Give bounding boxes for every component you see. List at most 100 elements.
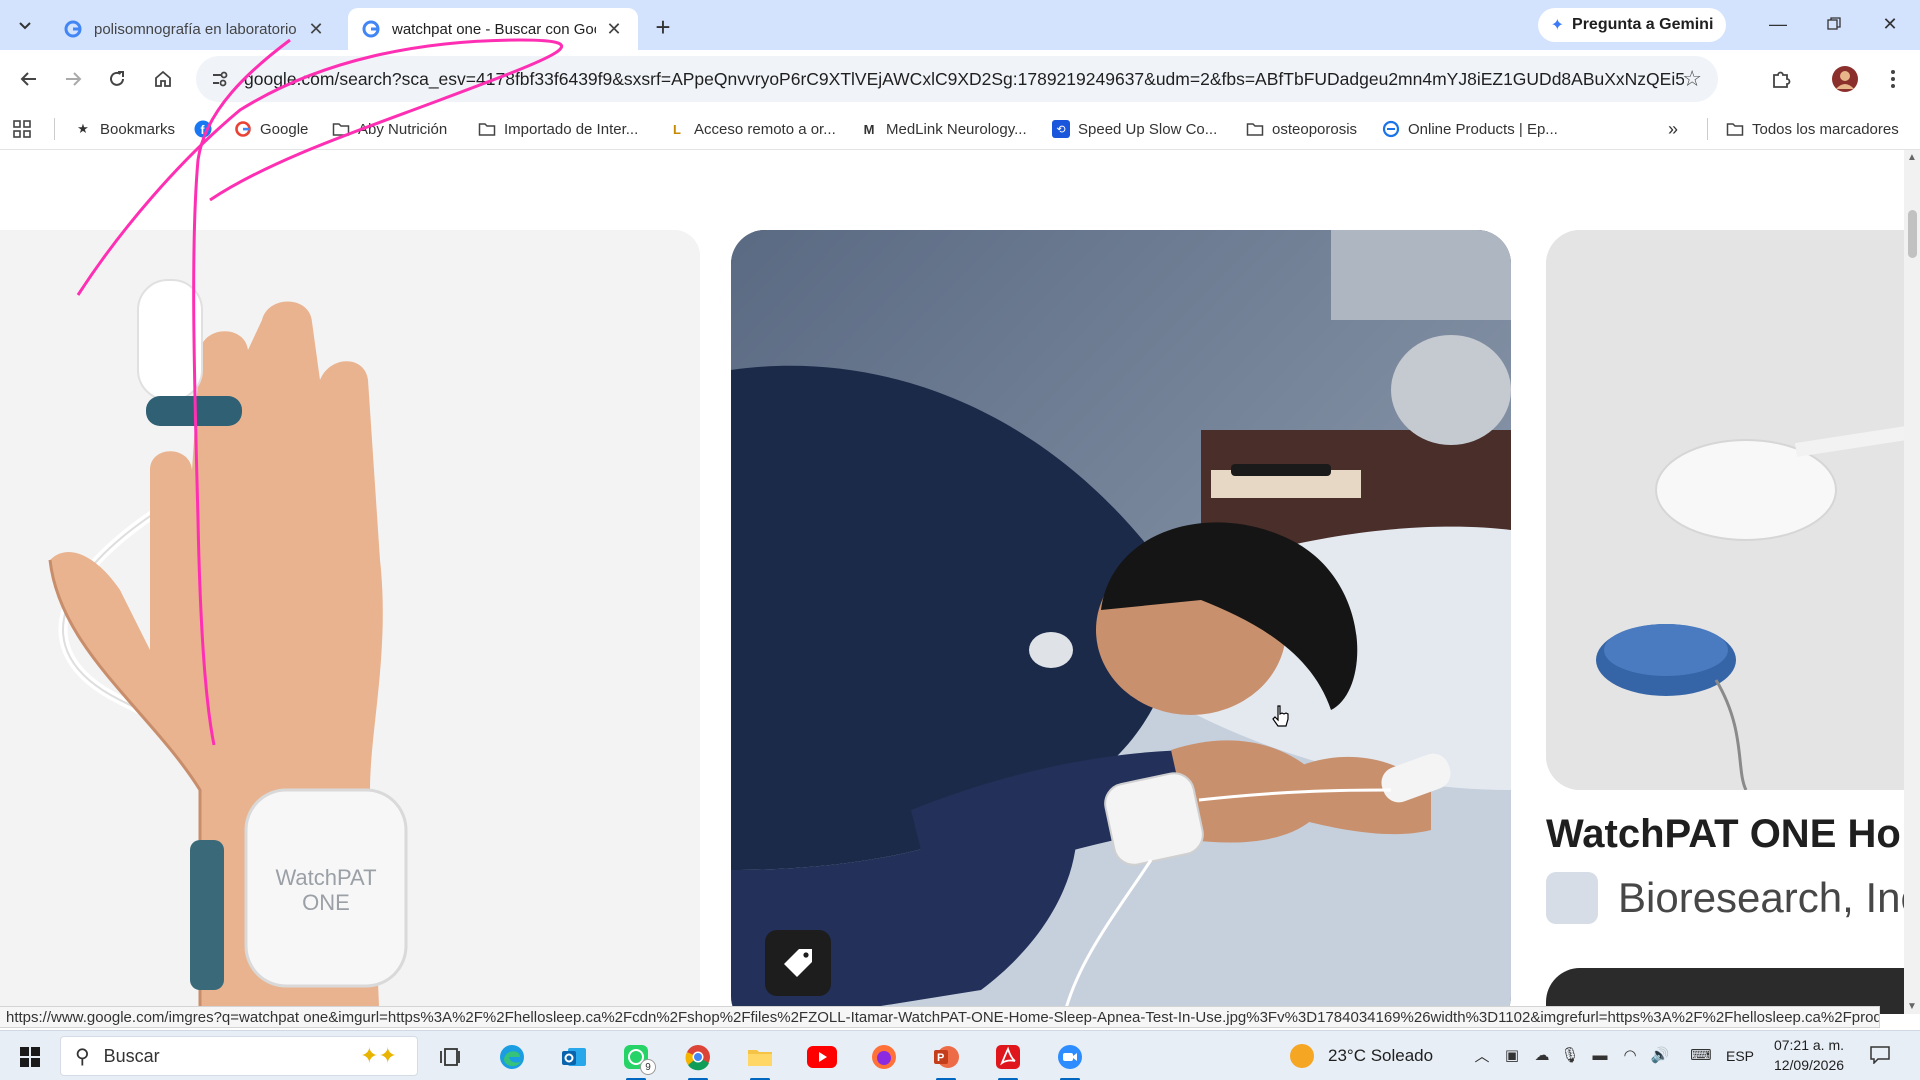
forward-button[interactable] [56,62,90,96]
ask-gemini-button[interactable]: ✦ Pregunta a Gemini [1538,8,1726,42]
browser-toolbar: google.com/search?sca_esv=4178fbf33f6439… [0,50,1920,108]
close-icon[interactable]: ✕ [306,19,326,39]
acrobat-icon [996,1045,1020,1069]
price-tag-button[interactable] [765,930,831,996]
notification-badge: 9 [640,1059,656,1075]
cloud-icon[interactable]: ☁ [1532,1045,1552,1065]
chrome-icon [685,1045,710,1071]
reload-icon [110,71,124,86]
file-explorer-app[interactable] [738,1037,782,1080]
page-scrollbar[interactable]: ▲ ▼ [1904,150,1920,1014]
address-bar[interactable]: google.com/search?sca_esv=4178fbf33f6439… [196,56,1718,102]
reload-button[interactable] [100,62,134,96]
task-view-button[interactable] [428,1037,472,1077]
whatsapp-app[interactable]: 9 [614,1037,658,1080]
all-bookmarks[interactable]: Todos los marcadores [1726,108,1899,150]
youtube-icon [807,1046,837,1068]
url-text: google.com/search?sca_esv=4178fbf33f6439… [244,68,1684,89]
bookmark-bookmarks[interactable]: ★ Bookmarks [74,108,175,150]
powerpoint-icon: P [934,1046,959,1068]
close-icon[interactable]: ✕ [604,19,624,39]
powerpoint-app[interactable]: P [924,1037,968,1080]
new-tab-button[interactable]: + [648,12,678,42]
image-result-sleeping-woman[interactable] [731,230,1511,1014]
firefox-app[interactable] [862,1037,906,1077]
result-source[interactable]: Bioresearch, Inc [1546,870,1920,926]
bookmark-online-products[interactable]: Online Products | Ep... [1382,108,1558,150]
zoom-app[interactable] [1048,1037,1092,1080]
home-button[interactable] [146,62,180,96]
sleeping-woman-image [731,230,1511,1014]
keyboard-icon[interactable]: ⌨ [1686,1045,1716,1065]
scroll-down-icon[interactable]: ▼ [1907,1001,1917,1012]
volume-icon[interactable]: 🔊 [1650,1045,1670,1065]
notifications-icon[interactable] [1868,1045,1892,1065]
scrollbar-thumb[interactable] [1908,210,1917,258]
tab-title: polisomnografía en laboratorio [94,20,297,38]
bookmark-google[interactable]: Google [234,108,308,150]
outlook-app[interactable] [552,1037,596,1077]
taskbar-search[interactable]: ⚲ Buscar ✦✦ [60,1036,418,1076]
tab-watchpat-search[interactable]: watchpat one - Buscar con Google ✕ [348,8,638,50]
bookmark-star-icon[interactable]: ☆ [1682,66,1702,92]
wifi-icon[interactable]: ◠ [1620,1045,1640,1065]
extensions-button[interactable] [1764,62,1798,96]
folder-icon [332,123,350,136]
minimize-button[interactable]: — [1758,6,1798,42]
tab-polisomnografia[interactable]: polisomnografía en laboratorio ✕ [50,8,340,50]
bookmark-medlink[interactable]: M MedLink Neurology... [860,108,1027,150]
back-button[interactable] [12,62,46,96]
bookmark-label: MedLink Neurology... [886,120,1027,138]
restore-button[interactable] [1814,6,1854,42]
chevron-up-icon[interactable]: ︿ [1472,1045,1492,1065]
acrobat-app[interactable] [986,1037,1030,1080]
folder-icon [1246,123,1264,136]
bookmark-label: Aby Nutrición [358,120,448,138]
bookmark-acceso-remoto[interactable]: L Acceso remoto a or... [668,108,836,150]
bookmark-aby-nutricion[interactable]: Aby Nutrición [332,108,447,150]
microphone-icon[interactable]: 🎙 [1560,1045,1580,1065]
edge-app[interactable] [490,1037,534,1077]
tab-search-button[interactable] [8,9,42,41]
device-label-line2: ONE [302,890,350,915]
taskbar-clock[interactable]: 07:21 a. m. 12/09/2026 [1764,1035,1854,1075]
bookmark-divider [54,118,55,140]
apps-button[interactable] [12,108,32,150]
gemini-label: Pregunta a Gemini [1572,16,1714,33]
image-result-hand-device[interactable]: WatchPAT ONE [0,230,700,1014]
weather-widget[interactable]: 23°C Soleado [1290,1031,1433,1080]
bookmark-facebook[interactable]: f [194,108,220,150]
windows-taskbar: ⚲ Buscar ✦✦ 9 P 23°C Soleado ︿ ▣ ☁ 🎙 ▬ ◠… [0,1030,1920,1080]
start-button[interactable] [8,1039,52,1075]
clock-time: 07:21 a. m. [1773,1037,1845,1053]
bookmark-importado[interactable]: Importado de Inter... [478,108,638,150]
profile-avatar[interactable] [1828,62,1862,96]
bookmarks-bar: ★ Bookmarks f Google Aby Nutrición Impor… [0,108,1920,150]
bookmark-label: Importado de Inter... [504,120,639,138]
google-favicon-icon [362,20,380,38]
hand-with-device-image: WatchPAT ONE [0,230,700,1014]
chevron-down-icon [19,22,31,30]
close-window-button[interactable]: ✕ [1870,6,1910,42]
battery-icon[interactable]: ▬ [1590,1045,1610,1065]
svg-text:P: P [937,1052,944,1064]
chat-bubble-icon [1870,1046,1890,1064]
google-icon [235,121,251,137]
bookmark-osteoporosis[interactable]: osteoporosis [1246,108,1357,150]
task-view-icon [440,1048,460,1066]
site-settings-icon[interactable] [210,69,230,89]
input-language[interactable]: ESP [1726,1031,1754,1080]
more-bookmarks-chevron-icon[interactable]: » [1668,108,1678,150]
youtube-app[interactable] [800,1037,844,1077]
result-title[interactable]: WatchPAT ONE Ho [1546,812,1920,857]
menu-button[interactable] [1876,62,1910,96]
chrome-app[interactable] [676,1037,720,1080]
bookmark-label: Speed Up Slow Co... [1078,120,1218,138]
star-icon: ★ [77,121,89,136]
bookmark-label: osteoporosis [1272,120,1358,138]
image-result-watchpat-kit[interactable] [1546,230,1920,790]
bookmark-speed-up[interactable]: ⟲ Speed Up Slow Co... [1052,108,1217,150]
meet-now-icon[interactable]: ▣ [1502,1045,1522,1065]
scroll-up-icon[interactable]: ▲ [1907,152,1917,163]
avatar [1832,66,1858,92]
